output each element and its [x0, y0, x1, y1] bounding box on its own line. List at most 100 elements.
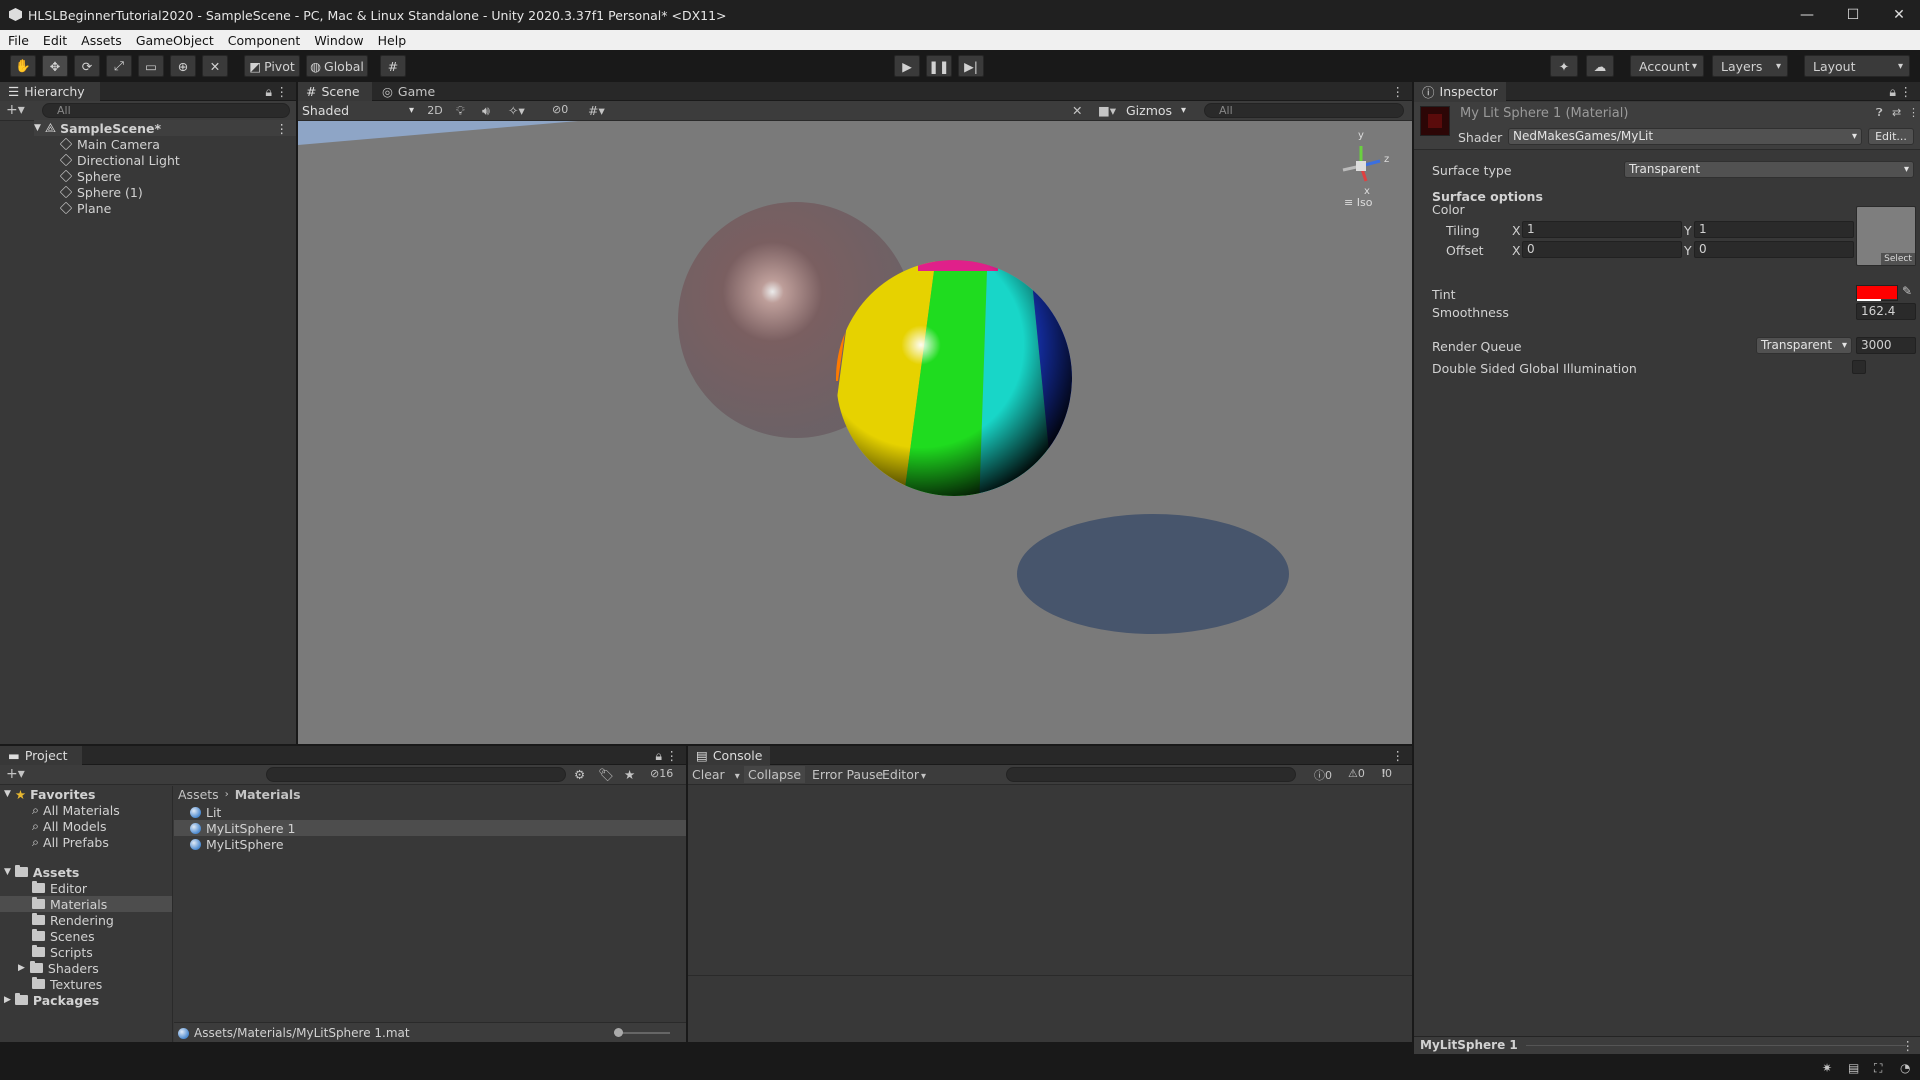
scene-viewport[interactable]: y z x ≡ Iso [298, 121, 1412, 744]
tab-scene[interactable]: # Scene [298, 82, 372, 101]
lock-icon[interactable]: 🔒︎ [1889, 84, 1896, 100]
step-icon[interactable]: ▶| [958, 55, 984, 77]
preset-icon[interactable]: ⇄ [1892, 106, 1901, 119]
tab-game[interactable]: ◎ Game [374, 82, 448, 101]
collapse-toggle[interactable]: Collapse [744, 766, 806, 783]
effects-icon[interactable]: ✧▾ [508, 103, 525, 118]
breadcrumb-materials[interactable]: Materials [235, 787, 301, 802]
packages-node[interactable]: ▶ Packages [4, 992, 99, 1008]
shader-dropdown[interactable]: NedMakesGames/MyLit [1508, 128, 1862, 145]
add-icon[interactable]: +▾ [6, 102, 25, 118]
menu-edit[interactable]: Edit [35, 33, 73, 48]
render-queue-dropdown[interactable]: Transparent [1756, 337, 1852, 354]
gizmos-dropdown[interactable]: Gizmos ▾ [1126, 102, 1188, 119]
hierarchy-item[interactable]: Directional Light [59, 152, 180, 168]
lock-icon[interactable]: 🔒︎ [265, 84, 272, 100]
favorite-icon[interactable]: ★ [624, 767, 635, 782]
cloud-icon[interactable]: ☁ [1586, 55, 1614, 77]
texture-select-button[interactable]: Select [1881, 253, 1915, 265]
tree-item[interactable]: Rendering [32, 912, 114, 928]
filter-type-icon[interactable]: ⚙ [574, 767, 585, 782]
tab-console[interactable]: ▤ Console [688, 746, 770, 765]
error-pause-toggle[interactable]: Error Pause [808, 766, 887, 783]
menu-help[interactable]: Help [370, 33, 413, 48]
more-icon[interactable]: ⋮ [666, 748, 679, 763]
editor-dropdown[interactable]: Editor ▾ [878, 766, 930, 783]
preview-bar[interactable]: MyLitSphere 1 ⋮ [1414, 1036, 1920, 1054]
draw-mode-dropdown[interactable]: Shaded ▾ [300, 102, 418, 119]
collab-icon[interactable]: ✦ [1550, 55, 1578, 77]
rotate-tool-icon[interactable]: ⟳ [74, 55, 100, 77]
account-dropdown[interactable]: Account ▾ [1630, 55, 1704, 77]
offset-x-field[interactable]: 0 [1522, 241, 1682, 258]
maximize-icon[interactable]: ☐ [1830, 0, 1876, 30]
console-search-input[interactable] [1006, 767, 1296, 782]
smoothness-field[interactable]: 162.4 [1856, 303, 1916, 320]
more-icon[interactable]: ⋮ [276, 121, 289, 136]
breadcrumb-assets[interactable]: Assets [178, 787, 219, 802]
more-icon[interactable]: ⋮ [1902, 1038, 1915, 1053]
hierarchy-item[interactable]: Main Camera [59, 136, 160, 152]
offset-y-field[interactable]: 0 [1694, 241, 1854, 258]
help-icon[interactable]: ❓︎ [1876, 106, 1883, 120]
network-icon[interactable]: ⛶ [1874, 1061, 1882, 1076]
rect-tool-icon[interactable]: ▭ [138, 55, 164, 77]
move-tool-icon[interactable]: ✥ [42, 55, 68, 77]
clear-button[interactable]: Clear ▾ [692, 766, 740, 783]
render-queue-field[interactable]: 3000 [1856, 337, 1916, 354]
hand-tool-icon[interactable]: ✋ [10, 55, 36, 77]
close-icon[interactable]: ✕ [1876, 0, 1920, 30]
layout-dropdown[interactable]: Layout ▾ [1804, 55, 1910, 77]
scale-tool-icon[interactable]: ⤢ [106, 55, 132, 77]
file-item[interactable]: MyLitSphere [190, 836, 284, 852]
grid-toggle-icon[interactable]: #▾ [588, 103, 605, 118]
layers-dropdown[interactable]: Layers ▾ [1712, 55, 1788, 77]
menu-assets[interactable]: Assets [73, 33, 128, 48]
more-icon[interactable]: ⋮ [1908, 106, 1919, 119]
play-icon[interactable]: ▶ [894, 55, 920, 77]
tree-item[interactable]: ▶ Shaders [18, 960, 99, 976]
file-item-selected[interactable]: MyLitSphere 1 [174, 820, 686, 836]
custom-tool-icon[interactable]: ✕ [202, 55, 228, 77]
tree-item[interactable]: Scripts [32, 944, 93, 960]
scene-root[interactable]: ▼ ⟁ SampleScene* ⋮ [34, 120, 296, 136]
shader-edit-button[interactable]: Edit... [1868, 128, 1914, 145]
transform-tool-icon[interactable]: ⊕ [170, 55, 196, 77]
hierarchy-item[interactable]: Sphere (1) [59, 184, 143, 200]
filter-label-icon[interactable]: 🏷︎ [598, 767, 614, 783]
lighting-icon[interactable]: 💡︎ [456, 103, 465, 119]
more-icon[interactable]: ⋮ [276, 84, 289, 99]
pivot-button[interactable]: ◩ Pivot [244, 55, 300, 77]
tab-project[interactable]: ▬ Project [0, 746, 82, 765]
hierarchy-item[interactable]: Sphere [59, 168, 121, 184]
menu-file[interactable]: File [0, 33, 35, 48]
info-filter[interactable]: ⓘ0 [1314, 767, 1332, 783]
tree-item[interactable]: Textures [32, 976, 102, 992]
hidden-packages-icon[interactable]: ⊘16 [650, 767, 673, 780]
tree-item[interactable]: ⌕ All Prefabs [32, 834, 109, 850]
more-icon[interactable]: ⋮ [1900, 84, 1913, 99]
project-search-input[interactable] [266, 767, 566, 782]
hierarchy-item[interactable]: Plane [59, 200, 111, 216]
scene-search-input[interactable]: All [1204, 103, 1404, 118]
warning-filter[interactable]: ⚠0 [1348, 767, 1365, 780]
menu-gameobject[interactable]: GameObject [128, 33, 220, 48]
assets-node[interactable]: ▼ Assets [4, 864, 79, 880]
tiling-x-field[interactable]: 1 [1522, 221, 1682, 238]
minimize-icon[interactable]: — [1784, 0, 1830, 30]
tools-icon[interactable]: ✕ [1072, 103, 1082, 118]
tree-item[interactable]: Editor [32, 880, 87, 896]
file-item[interactable]: Lit [190, 804, 221, 820]
tab-hierarchy[interactable]: ☰ Hierarchy [0, 82, 100, 101]
tree-item[interactable]: ⌕ All Models [32, 818, 107, 834]
icon-size-slider-thumb[interactable] [614, 1028, 623, 1037]
menu-component[interactable]: Component [220, 33, 307, 48]
camera-icon[interactable]: ■▾ [1098, 103, 1116, 118]
cache-icon[interactable]: ▤ [1848, 1061, 1859, 1075]
global-button[interactable]: ◍ Global [306, 55, 368, 77]
texture-slot[interactable]: Select [1856, 206, 1916, 266]
tree-item[interactable]: Scenes [32, 928, 95, 944]
add-icon[interactable]: +▾ [6, 766, 25, 782]
more-icon[interactable]: ⋮ [1392, 748, 1405, 763]
surface-type-dropdown[interactable]: Transparent [1624, 161, 1914, 178]
